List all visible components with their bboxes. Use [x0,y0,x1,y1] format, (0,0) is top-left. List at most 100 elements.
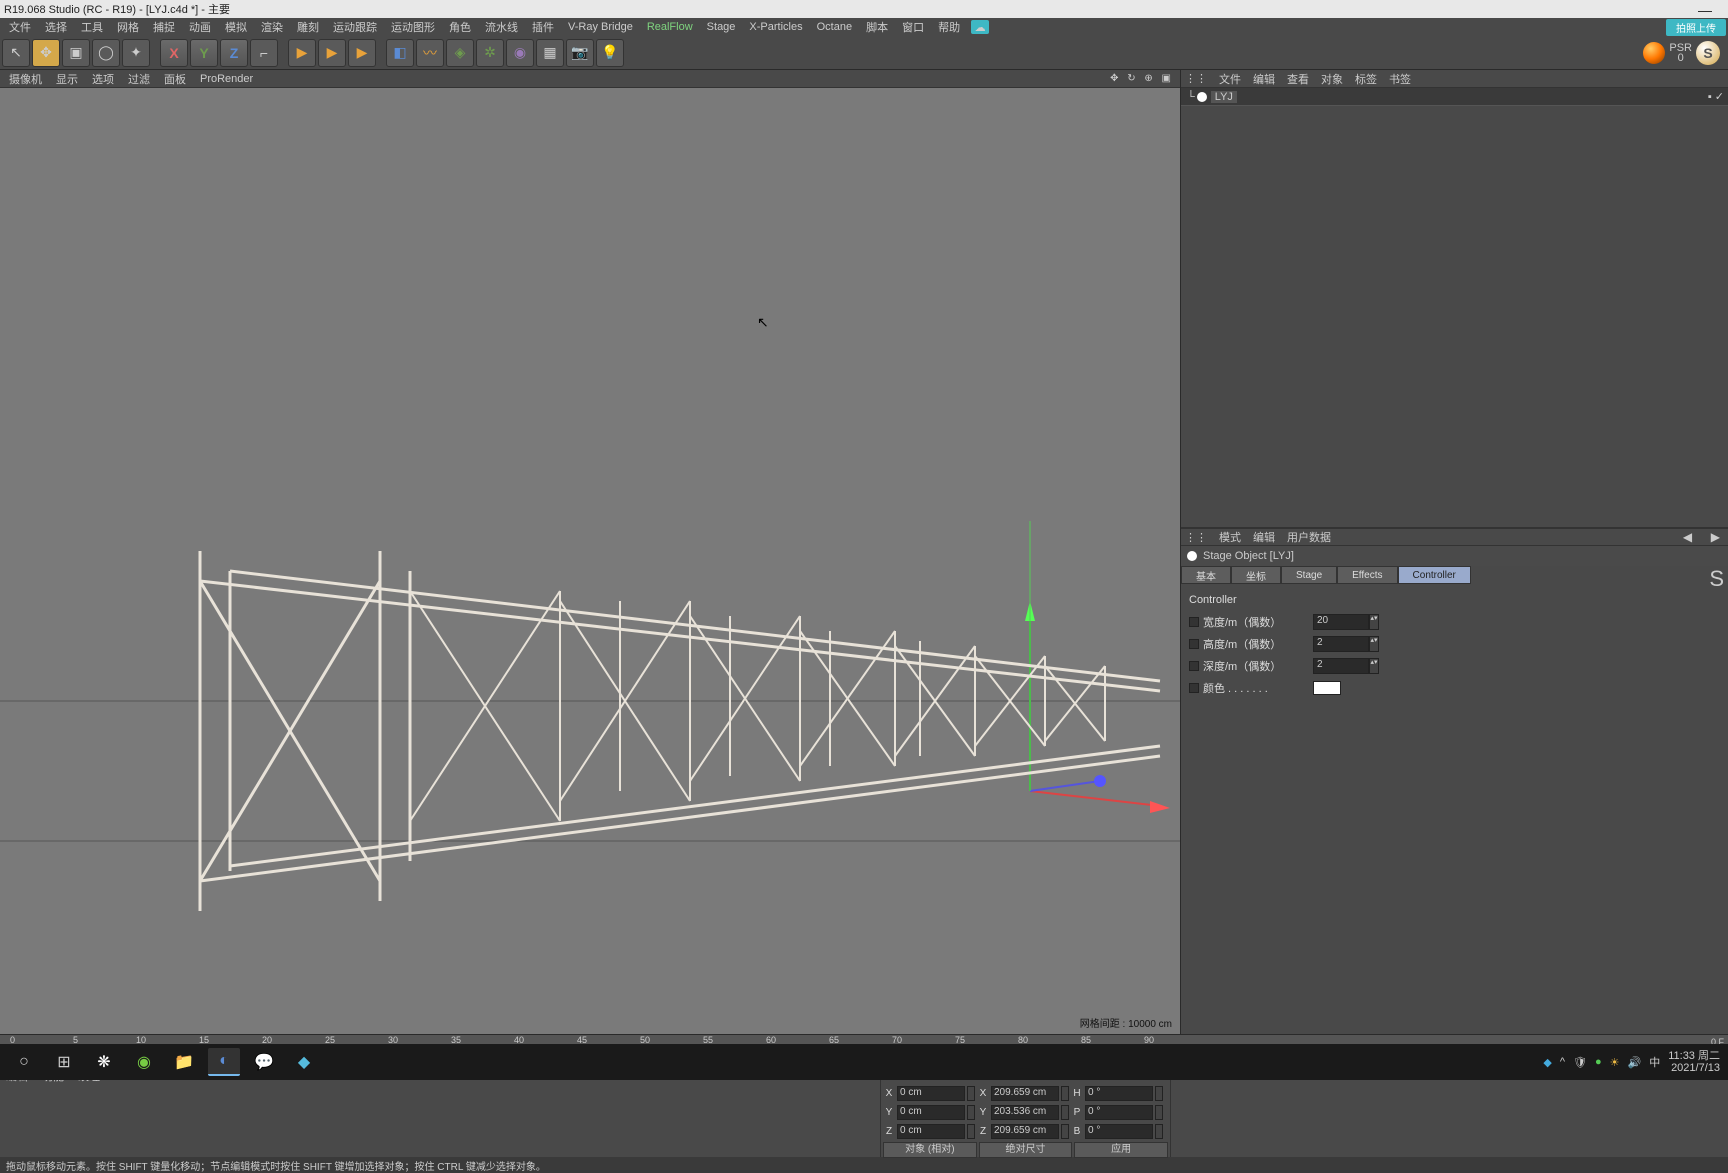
height-checkbox[interactable] [1189,639,1199,649]
vp-menu-panel[interactable]: 面板 [157,71,193,87]
height-spinner[interactable]: ▴▾ [1369,636,1379,652]
om-menu-object[interactable]: 对象 [1321,71,1343,87]
tray-icon[interactable]: ◆ [1543,1056,1551,1069]
tray-up-icon[interactable]: ^ [1560,1056,1565,1068]
object-tree[interactable]: └ LYJ ▪ ✓ [1181,88,1728,528]
menu-character[interactable]: 角色 [442,19,478,35]
depth-checkbox[interactable] [1189,661,1199,671]
app-explorer-icon[interactable]: 📁 [168,1048,200,1076]
menu-xparticles[interactable]: X-Particles [742,21,809,33]
menu-snap[interactable]: 捕捉 [146,19,182,35]
om-menu-edit[interactable]: 编辑 [1253,71,1275,87]
size-y-input[interactable]: 203.536 cm [991,1105,1059,1120]
clock[interactable]: 11:33 周二2021/7/13 [1668,1050,1720,1074]
apply-button[interactable]: 应用 [1074,1142,1168,1158]
size-x-input[interactable]: 209.659 cm [991,1086,1059,1101]
menu-plugins[interactable]: 插件 [525,19,561,35]
pos-y-input[interactable]: 0 cm [897,1105,965,1120]
width-input[interactable]: 20 [1313,614,1369,630]
tab-stage[interactable]: Stage [1281,566,1337,584]
om-menu-file[interactable]: 文件 [1219,71,1241,87]
upload-button[interactable]: 拍照上传 [1666,19,1726,36]
app-other-icon[interactable]: ◆ [288,1048,320,1076]
pos-z-input[interactable]: 0 cm [897,1124,965,1139]
vp-menu-display[interactable]: 显示 [49,71,85,87]
am-menu-mode[interactable]: 模式 [1219,529,1241,545]
pos-x-input[interactable]: 0 cm [897,1086,965,1101]
menu-select[interactable]: 选择 [38,19,74,35]
task-view-button[interactable]: ⊞ [48,1048,80,1076]
rot-p-input[interactable]: 0 ° [1085,1105,1153,1120]
tray-wechat-icon[interactable]: ● [1595,1056,1602,1068]
size-z-input[interactable]: 209.659 cm [991,1124,1059,1139]
axis-x-button[interactable]: X [160,39,188,67]
am-menu-userdata[interactable]: 用户数据 [1287,529,1331,545]
menu-mesh[interactable]: 网格 [110,19,146,35]
material-preview-icon[interactable] [1643,42,1665,64]
rot-h-input[interactable]: 0 ° [1085,1086,1153,1101]
tool-scale[interactable]: ▣ [62,39,90,67]
depth-spinner[interactable]: ▴▾ [1369,658,1379,674]
tab-controller[interactable]: Controller [1398,566,1471,584]
mm-menu-function[interactable]: 功能 [42,1068,64,1154]
tool-rotate[interactable]: ◯ [92,39,120,67]
vp-menu-filter[interactable]: 过滤 [121,71,157,87]
tool-brush[interactable]: 〰 [416,39,444,67]
menu-help[interactable]: 帮助 [931,19,967,35]
object-row-lyj[interactable]: └ LYJ ▪ ✓ [1181,88,1728,106]
tool-generator[interactable]: ✲ [476,39,504,67]
app-c4d-icon[interactable]: ◐ [208,1048,240,1076]
menu-realflow[interactable]: RealFlow [640,21,700,33]
am-menu-edit[interactable]: 编辑 [1253,529,1275,545]
viewport-3d[interactable]: ↖ 网格间距 : 10000 cm [0,88,1180,1034]
axis-z-button[interactable]: Z [220,39,248,67]
om-menu-tags[interactable]: 标签 [1355,71,1377,87]
depth-input[interactable]: 2 [1313,658,1369,674]
menu-sculpt[interactable]: 雕刻 [290,19,326,35]
tool-camera[interactable]: 📷 [566,39,594,67]
minimize-icon[interactable]: — [1698,2,1712,18]
menu-render[interactable]: 渲染 [254,19,290,35]
menu-script[interactable]: 脚本 [859,19,895,35]
menu-simulate[interactable]: 模拟 [218,19,254,35]
menu-mograph[interactable]: 运动图形 [384,19,442,35]
grip-icon[interactable]: ⋮⋮ [1185,72,1207,85]
tool-cursor[interactable]: ↖ [2,39,30,67]
app-wechat-icon[interactable]: 💬 [248,1048,280,1076]
menu-tools[interactable]: 工具 [74,19,110,35]
vp-menu-camera[interactable]: 摄像机 [2,71,49,87]
tab-effects[interactable]: Effects [1337,566,1397,584]
menu-stage[interactable]: Stage [700,21,743,33]
grip-icon[interactable]: ⋮⋮ [1185,531,1207,544]
start-button[interactable]: ○ [8,1048,40,1076]
height-input[interactable]: 2 [1313,636,1369,652]
color-swatch[interactable] [1313,681,1341,695]
om-menu-bookmarks[interactable]: 书签 [1389,71,1411,87]
menu-file[interactable]: 文件 [2,19,38,35]
obj-relative-dropdown[interactable]: 对象 (相对) [883,1142,977,1158]
tab-basic[interactable]: 基本 [1181,566,1231,584]
menu-animate[interactable]: 动画 [182,19,218,35]
object-name-label[interactable]: LYJ [1211,91,1237,103]
width-checkbox[interactable] [1189,617,1199,627]
axis-y-button[interactable]: Y [190,39,218,67]
prim-cube-button[interactable]: ◧ [386,39,414,67]
rot-b-input[interactable]: 0 ° [1085,1124,1153,1139]
s-ball-icon[interactable]: S [1696,41,1720,65]
tool-grid[interactable]: ▦ [536,39,564,67]
render-settings-button[interactable]: ▶ [348,39,376,67]
vp-menu-prorender[interactable]: ProRender [193,73,260,85]
render-region-button[interactable]: ▶ [318,39,346,67]
tray-vol-icon[interactable]: 🔊 [1628,1056,1642,1069]
menu-pipeline[interactable]: 流水线 [478,19,525,35]
menu-window[interactable]: 窗口 [895,19,931,35]
tool-deformer[interactable]: ◈ [446,39,474,67]
visibility-dots-icon[interactable]: ▪ ✓ [1708,90,1724,103]
color-checkbox[interactable] [1189,683,1199,693]
om-menu-view[interactable]: 查看 [1287,71,1309,87]
mm-menu-edit[interactable]: 编辑 [6,1068,28,1154]
width-spinner[interactable]: ▴▾ [1369,614,1379,630]
mm-menu-texture[interactable]: 纹理 [78,1068,100,1154]
cloud-icon[interactable]: ☁ [971,20,989,34]
tool-lasso[interactable]: ✦ [122,39,150,67]
